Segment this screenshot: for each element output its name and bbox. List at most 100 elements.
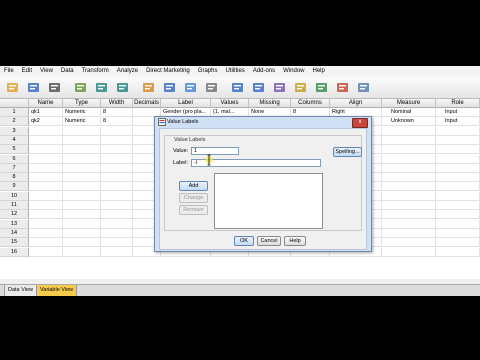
grid-cell-name[interactable]: [29, 219, 63, 229]
grid-cell-role[interactable]: [436, 182, 480, 192]
menu-direct-marketing[interactable]: Direct Marketing: [142, 66, 194, 77]
grid-cell-role[interactable]: Input: [436, 108, 480, 117]
grid-cell-width[interactable]: [101, 126, 133, 136]
grid-cell-width[interactable]: 8: [101, 108, 133, 117]
grid-cell-measure[interactable]: [382, 173, 436, 183]
grid-cell-role[interactable]: [436, 201, 480, 210]
column-header-missing[interactable]: Missing: [249, 99, 291, 108]
grid-cell-width[interactable]: [101, 135, 133, 145]
add-button[interactable]: Add: [179, 181, 208, 191]
grid-cell-name[interactable]: [29, 191, 63, 201]
menu-window[interactable]: Window: [279, 66, 308, 77]
grid-cell-role[interactable]: [436, 154, 480, 164]
column-header-columns[interactable]: Columns: [291, 99, 330, 108]
grid-cell-measure[interactable]: Unknown: [382, 117, 436, 127]
grid-cell-width[interactable]: [101, 154, 133, 164]
grid-cell-measure[interactable]: [382, 238, 436, 248]
split-file-icon[interactable]: [271, 79, 288, 96]
grid-cell-role[interactable]: [436, 163, 480, 173]
grid-cell-width[interactable]: [101, 145, 133, 155]
grid-cell-measure[interactable]: [382, 191, 436, 201]
grid-cell-width[interactable]: [101, 210, 133, 220]
grid-cell-name[interactable]: qk2: [29, 117, 63, 127]
column-header-width[interactable]: Width: [101, 99, 133, 108]
menu-view[interactable]: View: [36, 66, 57, 77]
spelling-button[interactable]: Spelling...: [333, 147, 362, 157]
grid-cell-name[interactable]: [29, 201, 63, 210]
grid-cell-type[interactable]: [63, 247, 101, 257]
grid-cell-name[interactable]: [29, 135, 63, 145]
value-labels-icon[interactable]: [334, 79, 351, 96]
row-number[interactable]: 15: [0, 238, 29, 248]
row-number[interactable]: 4: [0, 135, 29, 145]
menu-edit[interactable]: Edit: [18, 66, 36, 77]
column-header-name[interactable]: Name: [29, 99, 63, 108]
grid-cell-type[interactable]: [63, 238, 101, 248]
grid-cell-type[interactable]: Numeric: [63, 108, 101, 117]
grid-cell-role[interactable]: [436, 191, 480, 201]
grid-cell-type[interactable]: [63, 154, 101, 164]
grid-cell-measure[interactable]: [382, 163, 436, 173]
grid-cell-measure[interactable]: [382, 201, 436, 210]
grid-cell-name[interactable]: [29, 145, 63, 155]
grid-cell-type[interactable]: [63, 145, 101, 155]
column-header-decimals[interactable]: Decimals: [133, 99, 161, 108]
grid-cell-name[interactable]: qk1: [29, 108, 63, 117]
column-header-role[interactable]: Role: [436, 99, 480, 108]
cancel-button[interactable]: Cancel: [257, 236, 281, 246]
grid-cell-role[interactable]: [436, 173, 480, 183]
grid-cell-role[interactable]: [436, 228, 480, 238]
grid-cell-name[interactable]: [29, 247, 63, 257]
menu-help[interactable]: Help: [309, 66, 329, 77]
weight-cases-icon[interactable]: [292, 79, 309, 96]
grid-cell-type[interactable]: [63, 135, 101, 145]
menu-analyze[interactable]: Analyze: [113, 66, 142, 77]
grid-cell-type[interactable]: [63, 182, 101, 192]
grid-cell-type[interactable]: [63, 228, 101, 238]
grid-cell-type[interactable]: [63, 163, 101, 173]
find-icon[interactable]: [203, 79, 220, 96]
grid-cell-role[interactable]: [436, 145, 480, 155]
column-header-measure[interactable]: Measure: [382, 99, 436, 108]
menu-transform[interactable]: Transform: [78, 66, 113, 77]
row-number[interactable]: 10: [0, 191, 29, 201]
grid-cell-role[interactable]: [436, 135, 480, 145]
value-labels-list[interactable]: [214, 173, 323, 229]
menu-add-ons[interactable]: Add-ons: [249, 66, 279, 77]
close-button[interactable]: x: [352, 118, 368, 128]
row-number[interactable]: 5: [0, 145, 29, 155]
grid-cell-type[interactable]: [63, 126, 101, 136]
grid-cell-measure[interactable]: Nominal: [382, 108, 436, 117]
grid-cell-type[interactable]: [63, 201, 101, 210]
row-number[interactable]: 14: [0, 228, 29, 238]
grid-cell-name[interactable]: [29, 210, 63, 220]
column-header-label[interactable]: Label: [161, 99, 211, 108]
goto-case-icon[interactable]: [140, 79, 157, 96]
column-header-type[interactable]: Type: [63, 99, 101, 108]
grid-cell-role[interactable]: [436, 238, 480, 248]
select-cases-icon[interactable]: [313, 79, 330, 96]
grid-cell-width[interactable]: [101, 201, 133, 210]
grid-cell-name[interactable]: [29, 163, 63, 173]
tab-variable-view[interactable]: Variable View: [36, 285, 78, 296]
insert-variable-icon[interactable]: [250, 79, 267, 96]
grid-cell-measure[interactable]: [382, 182, 436, 192]
grid-cell-name[interactable]: [29, 173, 63, 183]
row-number[interactable]: 9: [0, 182, 29, 192]
grid-cell-width[interactable]: 8: [101, 117, 133, 127]
grid-cell-name[interactable]: [29, 154, 63, 164]
grid-cell-measure[interactable]: [382, 219, 436, 229]
menu-file[interactable]: File: [0, 66, 18, 77]
goto-variable-icon[interactable]: [161, 79, 178, 96]
column-header-align[interactable]: Align: [330, 99, 382, 108]
undo-icon[interactable]: [93, 79, 110, 96]
open-folder-icon[interactable]: [4, 79, 21, 96]
print-icon[interactable]: [46, 79, 63, 96]
redo-icon[interactable]: [114, 79, 131, 96]
grid-cell-role[interactable]: [436, 126, 480, 136]
row-number[interactable]: 13: [0, 219, 29, 229]
grid-cell-role[interactable]: [436, 219, 480, 229]
row-number[interactable]: 1: [0, 108, 29, 117]
grid-cell-role[interactable]: [436, 210, 480, 220]
change-button[interactable]: Change: [179, 193, 208, 203]
